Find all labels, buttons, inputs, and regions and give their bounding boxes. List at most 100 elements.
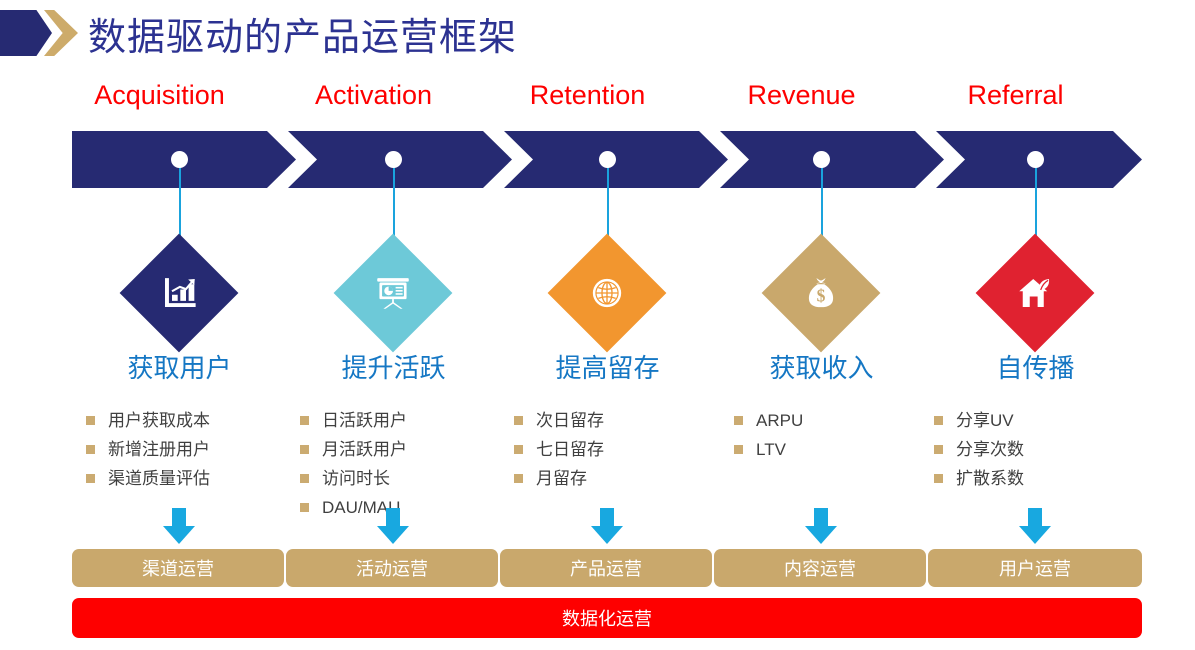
logo-chevron-blue <box>0 10 52 56</box>
list-item: 访问时长 <box>300 467 515 493</box>
metrics-list-3: 次日留存 七日留存 月留存 <box>514 409 729 496</box>
double-chevron-logo-icon <box>0 10 78 56</box>
op-box-3[interactable]: 产品运营 <box>500 549 712 587</box>
bullet-square-icon <box>300 503 309 512</box>
bullet-square-icon <box>934 474 943 483</box>
stage-label-cn-4: 获取收入 <box>769 353 874 383</box>
bullet-square-icon <box>300 445 309 454</box>
list-item: 月活跃用户 <box>300 438 515 464</box>
list-item: 新增注册用户 <box>86 438 301 464</box>
bullet-square-icon <box>934 445 943 454</box>
arrow-shaft <box>814 508 828 528</box>
bullet-square-icon <box>514 474 523 483</box>
metric-label: 七日留存 <box>536 440 604 459</box>
stage-label-cn-5: 自传播 <box>996 353 1075 383</box>
metric-label: LTV <box>756 440 786 459</box>
banner-segment-3 <box>504 131 728 188</box>
op-box-1[interactable]: 渠道运营 <box>72 549 284 587</box>
metric-label: 用户获取成本 <box>108 411 210 430</box>
metric-label: 月留存 <box>536 469 587 488</box>
arrow-head <box>1019 526 1051 544</box>
stage-label-en-2: Activation <box>314 80 433 110</box>
list-item: 月留存 <box>514 467 729 493</box>
arrow-shaft <box>172 508 186 528</box>
arrow-head <box>591 526 623 544</box>
footer-banner[interactable]: 数据化运营 <box>72 598 1142 638</box>
stage-label-en-4: Revenue <box>747 80 856 110</box>
node-dot-5 <box>1027 151 1044 168</box>
stage-label-en-5: Referral <box>967 80 1064 110</box>
page-title: 数据驱动的产品运营框架 <box>88 16 518 59</box>
list-item: 分享次数 <box>934 438 1149 464</box>
list-item: 用户获取成本 <box>86 409 301 435</box>
list-item: 七日留存 <box>514 438 729 464</box>
list-item: 渠道质量评估 <box>86 467 301 493</box>
down-arrow-icon-1 <box>163 508 195 544</box>
banner-segment-4 <box>720 131 944 188</box>
node-dot-1 <box>171 151 188 168</box>
node-dot-2 <box>385 151 402 168</box>
arrow-head <box>805 526 837 544</box>
op-box-5[interactable]: 用户运营 <box>928 549 1142 587</box>
arrow-shaft <box>600 508 614 528</box>
globe-icon <box>585 271 629 315</box>
metric-label: 新增注册用户 <box>108 440 210 459</box>
bullet-square-icon <box>934 416 943 425</box>
stage-label-en-1: Acquisition <box>94 80 225 110</box>
down-arrow-icon-5 <box>1019 508 1051 544</box>
stage-diamond-3[interactable] <box>547 233 667 353</box>
bullet-square-icon <box>734 445 743 454</box>
metrics-list-1: 用户获取成本 新增注册用户 渠道质量评估 <box>86 409 301 496</box>
arrow-head <box>163 526 195 544</box>
stage-label-cn-1: 获取用户 <box>127 353 232 383</box>
bullet-square-icon <box>300 416 309 425</box>
stage-label-cn-2: 提升活跃 <box>341 353 446 383</box>
list-item: LTV <box>734 438 949 464</box>
node-dot-3 <box>599 151 616 168</box>
down-arrow-icon-4 <box>805 508 837 544</box>
arrow-head <box>377 526 409 544</box>
bullet-square-icon <box>86 445 95 454</box>
metrics-list-4: ARPU LTV <box>734 409 949 467</box>
stage-label-cn-3: 提高留存 <box>555 353 660 383</box>
bullet-square-icon <box>86 474 95 483</box>
bullet-square-icon <box>86 416 95 425</box>
stage-diamond-2[interactable] <box>333 233 453 353</box>
arrow-shaft <box>1028 508 1042 528</box>
list-item: 分享UV <box>934 409 1149 435</box>
stage-diamond-5[interactable] <box>975 233 1095 353</box>
op-box-4[interactable]: 内容运营 <box>714 549 926 587</box>
down-arrow-icon-3 <box>591 508 623 544</box>
svg-text:$: $ <box>817 285 826 305</box>
money-bag-icon: $ <box>799 271 843 315</box>
presentation-board-icon <box>371 271 415 315</box>
house-leaf-icon <box>1013 271 1057 315</box>
metric-label: 分享UV <box>956 411 1014 430</box>
stage-diamond-1[interactable] <box>119 233 239 353</box>
list-item: 日活跃用户 <box>300 409 515 435</box>
metric-label: 扩散系数 <box>956 469 1024 488</box>
list-item: 扩散系数 <box>934 467 1149 493</box>
stage-diamond-4[interactable]: $ <box>761 233 881 353</box>
down-arrow-icon-2 <box>377 508 409 544</box>
bullet-square-icon <box>514 445 523 454</box>
bar-chart-growth-icon <box>157 271 201 315</box>
metric-label: 渠道质量评估 <box>108 469 210 488</box>
metric-label: 访问时长 <box>322 469 390 488</box>
op-box-2[interactable]: 活动运营 <box>286 549 498 587</box>
metric-label: 分享次数 <box>956 440 1024 459</box>
metric-label: 次日留存 <box>536 411 604 430</box>
title-bar: 数据驱动的产品运营框架 <box>0 4 700 62</box>
metric-label: 月活跃用户 <box>322 440 407 459</box>
metric-label: ARPU <box>756 411 804 430</box>
bullet-square-icon <box>514 416 523 425</box>
list-item: ARPU <box>734 409 949 435</box>
node-dot-4 <box>813 151 830 168</box>
list-item: 次日留存 <box>514 409 729 435</box>
metric-label: 日活跃用户 <box>322 411 407 430</box>
metrics-list-5: 分享UV 分享次数 扩散系数 <box>934 409 1149 496</box>
bullet-square-icon <box>734 416 743 425</box>
stage-label-en-3: Retention <box>529 80 646 110</box>
bullet-square-icon <box>300 474 309 483</box>
slide-canvas: 数据驱动的产品运营框架 Acquisition Activation Reten… <box>0 0 1195 650</box>
